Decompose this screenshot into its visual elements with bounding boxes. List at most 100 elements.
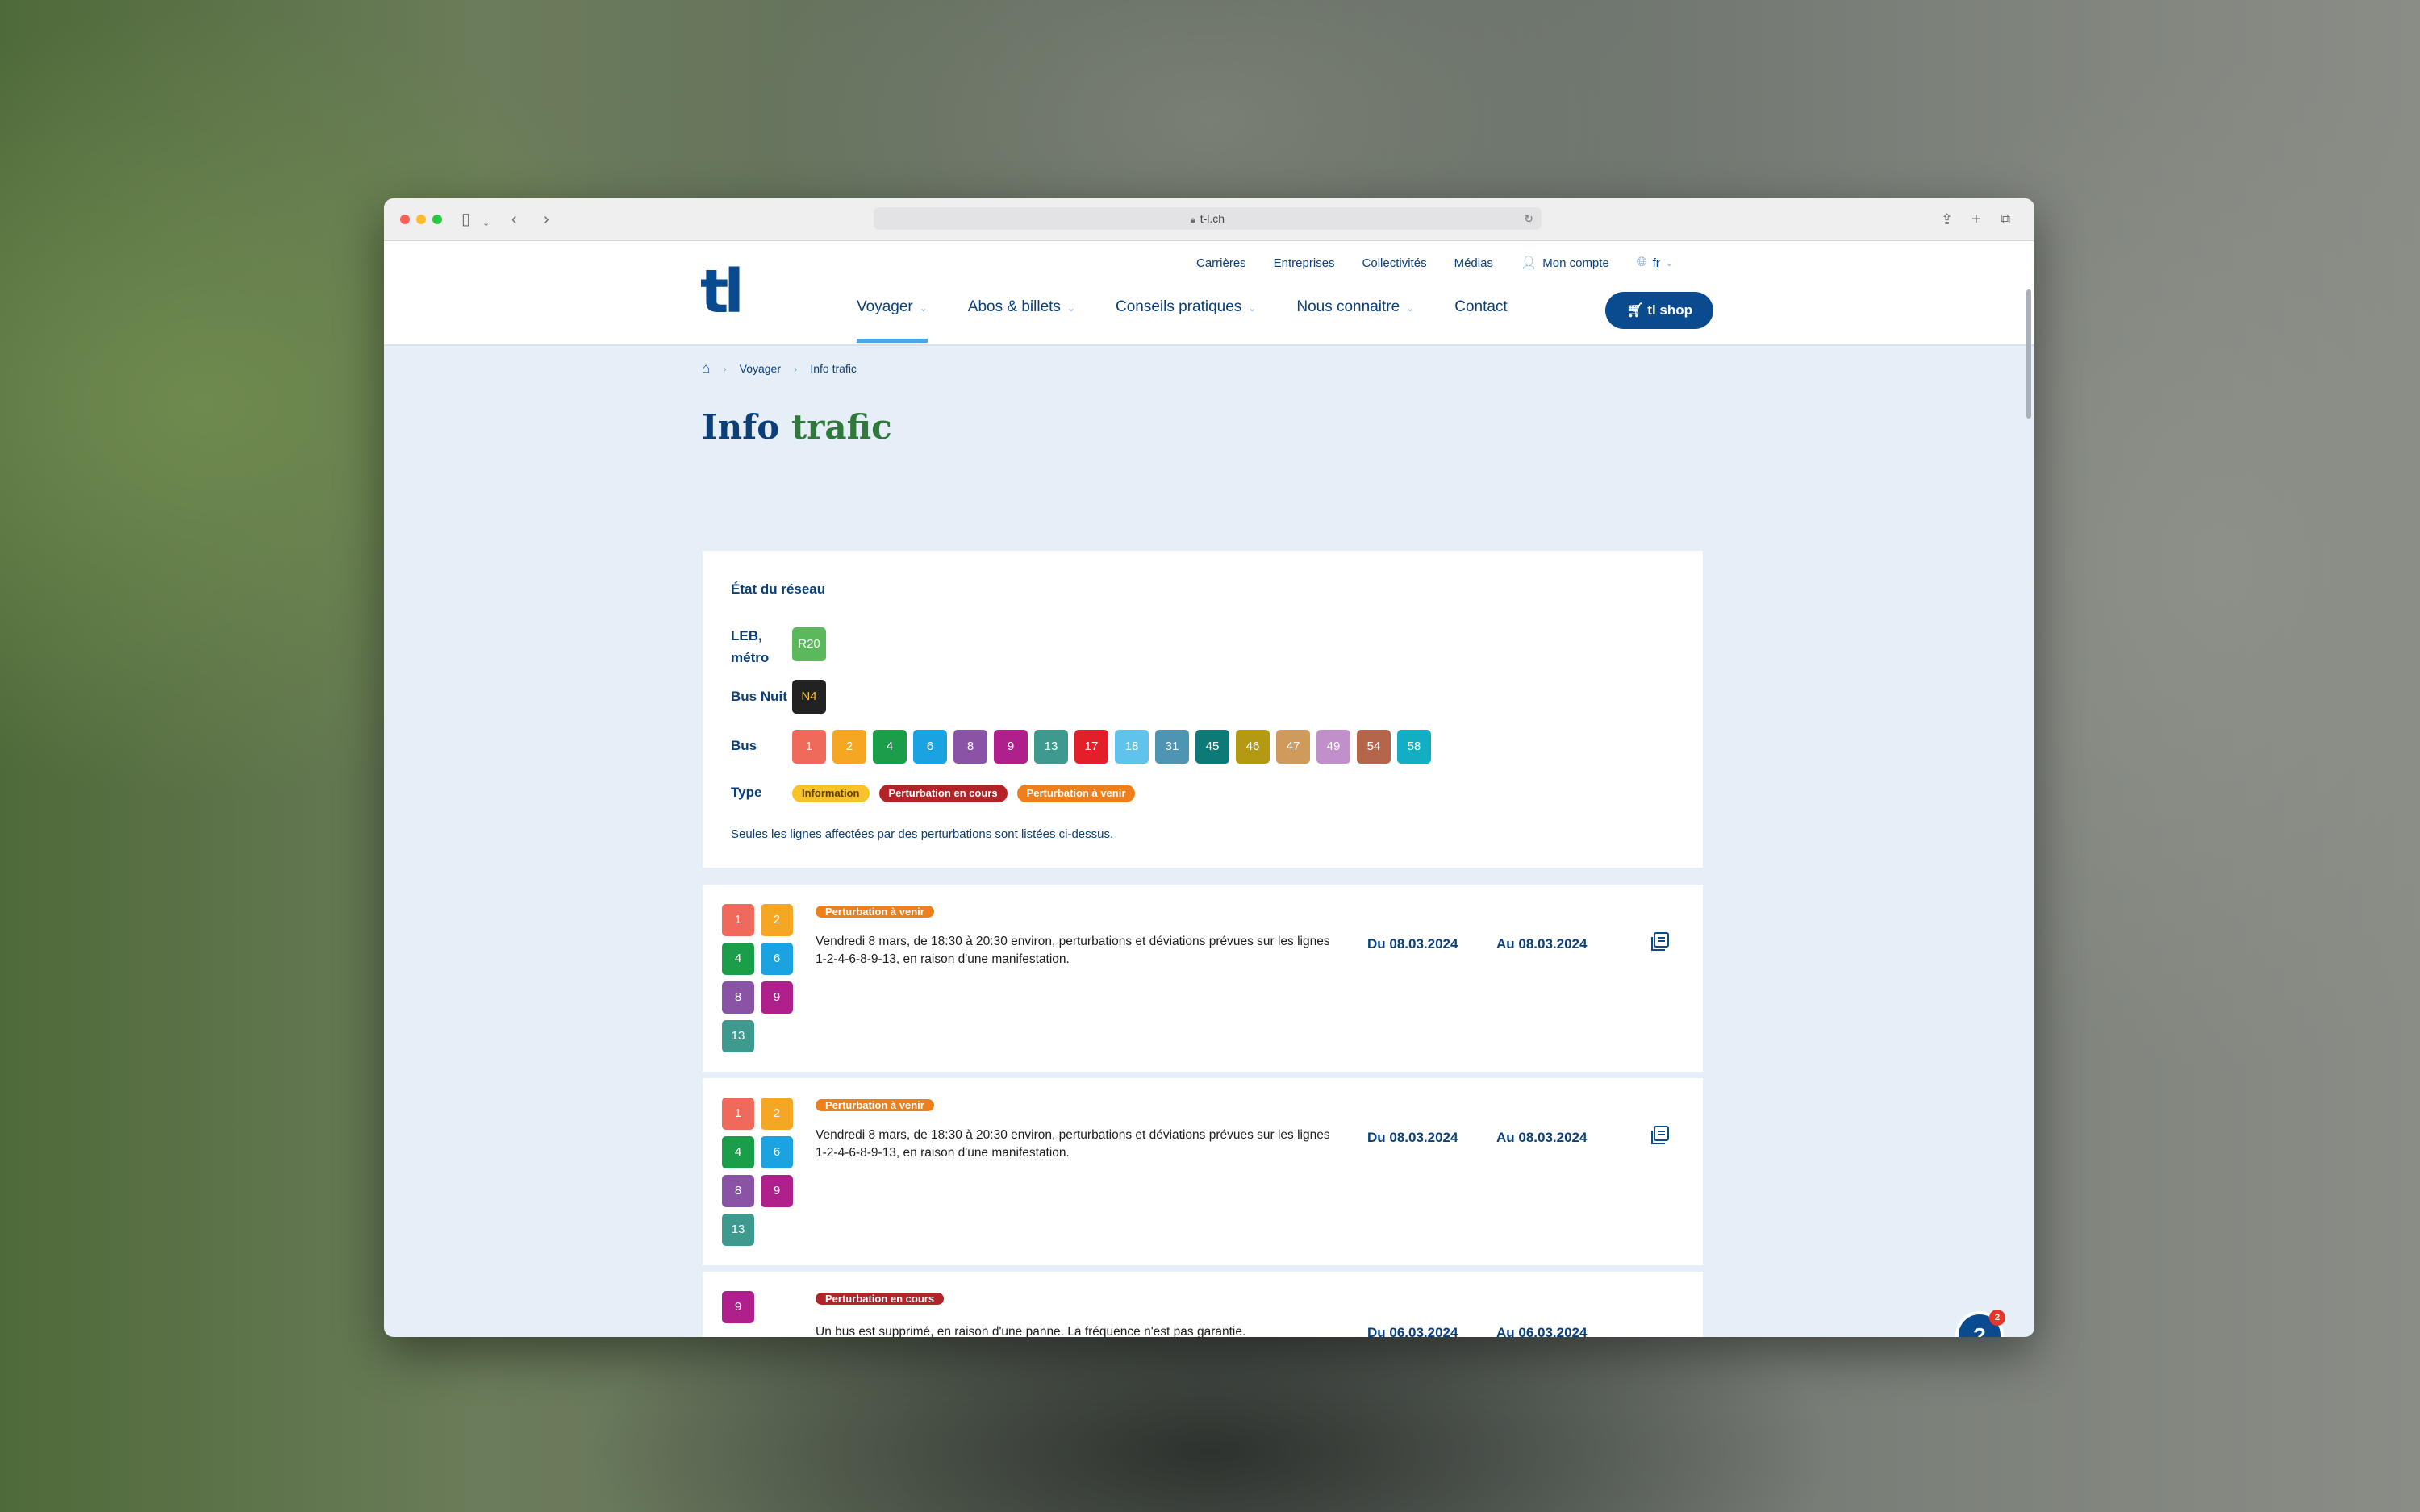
line-badge-1[interactable]: 1	[722, 904, 754, 936]
line-badge-46[interactable]: 46	[1236, 730, 1270, 764]
nav-abos-billets[interactable]: Abos & billets ⌄	[968, 291, 1075, 343]
nav-voyager[interactable]: Voyager ⌄	[857, 291, 928, 343]
disruption-type-label: Perturbation en cours	[816, 1293, 945, 1305]
top-link-carrieres[interactable]: Carrières	[1196, 256, 1246, 270]
leb-label: LEB, métro	[731, 628, 770, 665]
disruption-card[interactable]: 1 2 4 6 8 9 13 Perturbation à venir Vendredi 8…	[703, 885, 1703, 1072]
nav-label: Abos & billets	[967, 298, 1061, 315]
network-note: Seules les lignes affectées par des pert…	[731, 827, 1114, 841]
line-badge-2[interactable]: 2	[761, 1098, 793, 1130]
tl-shop-button[interactable]: 🛒︎ tl shop	[1605, 292, 1713, 329]
back-icon[interactable]: ‹	[511, 210, 517, 229]
line-badge-6[interactable]: 6	[913, 730, 947, 764]
top-link-entreprises[interactable]: Entreprises	[1274, 256, 1335, 270]
line-badge-8[interactable]: 8	[722, 1175, 754, 1207]
disruption-lines: 1 2 4 6 8 9 13	[722, 1098, 799, 1246]
title-part1: Info	[702, 407, 780, 447]
disruption-from: Du 08.03.2024	[1367, 1130, 1458, 1145]
language-selector[interactable]: 🌐︎ fr ⌄	[1637, 256, 1673, 270]
line-badge-2[interactable]: 2	[761, 904, 793, 936]
line-badge-1[interactable]: 1	[722, 1098, 754, 1130]
sidebar-toggle-icon[interactable]: ▯	[461, 210, 470, 229]
zoom-window-button[interactable]	[432, 215, 442, 224]
forward-icon[interactable]: ›	[544, 210, 549, 229]
network-status-card: État du réseau LEB, métro R20 Bus Nuit N…	[703, 551, 1703, 868]
type-label: Type	[731, 785, 762, 800]
line-badge-1[interactable]: 1	[792, 730, 826, 764]
line-badge-8[interactable]: 8	[722, 981, 754, 1014]
page-scrollbar[interactable]	[2026, 289, 2031, 419]
type-information[interactable]: Information	[792, 785, 870, 802]
line-badge-49[interactable]: 49	[1316, 730, 1350, 764]
chevron-right-icon: ›	[794, 362, 798, 375]
line-badge-9[interactable]: 9	[994, 730, 1028, 764]
close-window-button[interactable]	[400, 215, 410, 224]
line-badge-2[interactable]: 2	[832, 730, 866, 764]
line-badge-6[interactable]: 6	[761, 943, 793, 975]
chevron-down-icon: ⌄	[1248, 302, 1257, 314]
tab-overview-icon[interactable]: ⧉	[2001, 210, 2010, 229]
disruption-lines: 1 2 4 6 8 9 13	[722, 904, 799, 1052]
chevron-down-icon: ⌄	[1066, 302, 1075, 314]
type-legend: Information Perturbation en cours Pertur…	[792, 785, 1136, 802]
bus-label: Bus	[731, 738, 757, 753]
line-badge-45[interactable]: 45	[1195, 730, 1229, 764]
details-icon[interactable]	[1650, 931, 1671, 956]
account-label: Mon compte	[1542, 256, 1609, 270]
line-badge-6[interactable]: 6	[761, 1136, 793, 1168]
disruption-card[interactable]: 1 2 4 6 8 9 13 Perturbation à venir Vendredi 8…	[703, 1078, 1703, 1265]
disruption-lines: 9	[722, 1291, 799, 1323]
line-badge-47[interactable]: 47	[1276, 730, 1310, 764]
line-badge-N4[interactable]: N4	[792, 680, 826, 714]
top-link-medias[interactable]: Médias	[1454, 256, 1493, 270]
account-link[interactable]: 👤︎ Mon compte	[1521, 255, 1609, 271]
line-badge-4[interactable]: 4	[722, 943, 754, 975]
nav-contact[interactable]: Contact	[1454, 291, 1507, 343]
type-perturbation-en-cours[interactable]: Perturbation en cours	[878, 785, 1008, 802]
window-controls	[400, 215, 442, 224]
share-icon[interactable]: ⇪	[1941, 210, 1953, 229]
notification-badge: 2	[1989, 1310, 2005, 1326]
nav-label: Voyager	[857, 298, 913, 315]
globe-icon: 🌐︎	[1636, 256, 1647, 269]
tl-logo[interactable]: tl	[700, 262, 745, 322]
web-page: tl Carrières Entreprises Collectivités M…	[384, 241, 2034, 1337]
disruption-to: Au 08.03.2024	[1496, 936, 1588, 952]
breadcrumb-voyager[interactable]: Voyager	[740, 362, 781, 375]
url-text: t-l.ch	[1200, 212, 1225, 225]
new-tab-icon[interactable]: +	[1971, 210, 1981, 229]
disruption-from: Du 08.03.2024	[1367, 936, 1458, 952]
line-badge-58[interactable]: 58	[1397, 730, 1431, 764]
disruption-to: Au 08.03.2024	[1496, 1130, 1588, 1145]
line-badge-9[interactable]: 9	[722, 1291, 754, 1323]
page-title: Info trafic	[702, 407, 892, 447]
line-badge-18[interactable]: 18	[1115, 730, 1149, 764]
top-link-collectivites[interactable]: Collectivités	[1362, 256, 1427, 270]
reload-icon[interactable]: ↻	[1524, 207, 1533, 230]
line-badge-13[interactable]: 13	[722, 1214, 754, 1246]
minimize-window-button[interactable]	[416, 215, 426, 224]
line-badge-8[interactable]: 8	[953, 730, 987, 764]
line-badge-13[interactable]: 13	[722, 1020, 754, 1052]
chevron-down-icon[interactable]: ⌄	[482, 214, 490, 233]
type-perturbation-a-venir[interactable]: Perturbation à venir	[1016, 785, 1136, 802]
disruption-text: Vendredi 8 mars, de 18:30 à 20:30 enviro…	[816, 935, 1330, 966]
line-badge-9[interactable]: 9	[761, 1175, 793, 1207]
help-chat-button[interactable]: ? 2	[1955, 1310, 2005, 1337]
nav-conseils-pratiques[interactable]: Conseils pratiques ⌄	[1116, 291, 1256, 343]
nav-nous-connaitre[interactable]: Nous connaitre ⌄	[1296, 291, 1414, 343]
home-icon[interactable]: ⌂	[702, 360, 710, 377]
line-badge-31[interactable]: 31	[1155, 730, 1189, 764]
line-badge-17[interactable]: 17	[1074, 730, 1108, 764]
line-badge-4[interactable]: 4	[873, 730, 907, 764]
line-badge-13[interactable]: 13	[1034, 730, 1068, 764]
address-bar[interactable]: 🔒︎ t-l.ch ↻	[874, 207, 1542, 230]
line-badge-54[interactable]: 54	[1357, 730, 1391, 764]
line-badge-4[interactable]: 4	[722, 1136, 754, 1168]
line-badge-R20[interactable]: R20	[792, 627, 826, 661]
line-badge-9[interactable]: 9	[761, 981, 793, 1014]
disruption-card[interactable]: 9 Perturbation en cours Un bus est suppr…	[703, 1272, 1703, 1337]
details-icon[interactable]	[1650, 1125, 1671, 1150]
top-links: Carrières Entreprises Collectivités Médi…	[1196, 255, 1673, 271]
lock-icon: 🔒︎	[1190, 215, 1195, 225]
